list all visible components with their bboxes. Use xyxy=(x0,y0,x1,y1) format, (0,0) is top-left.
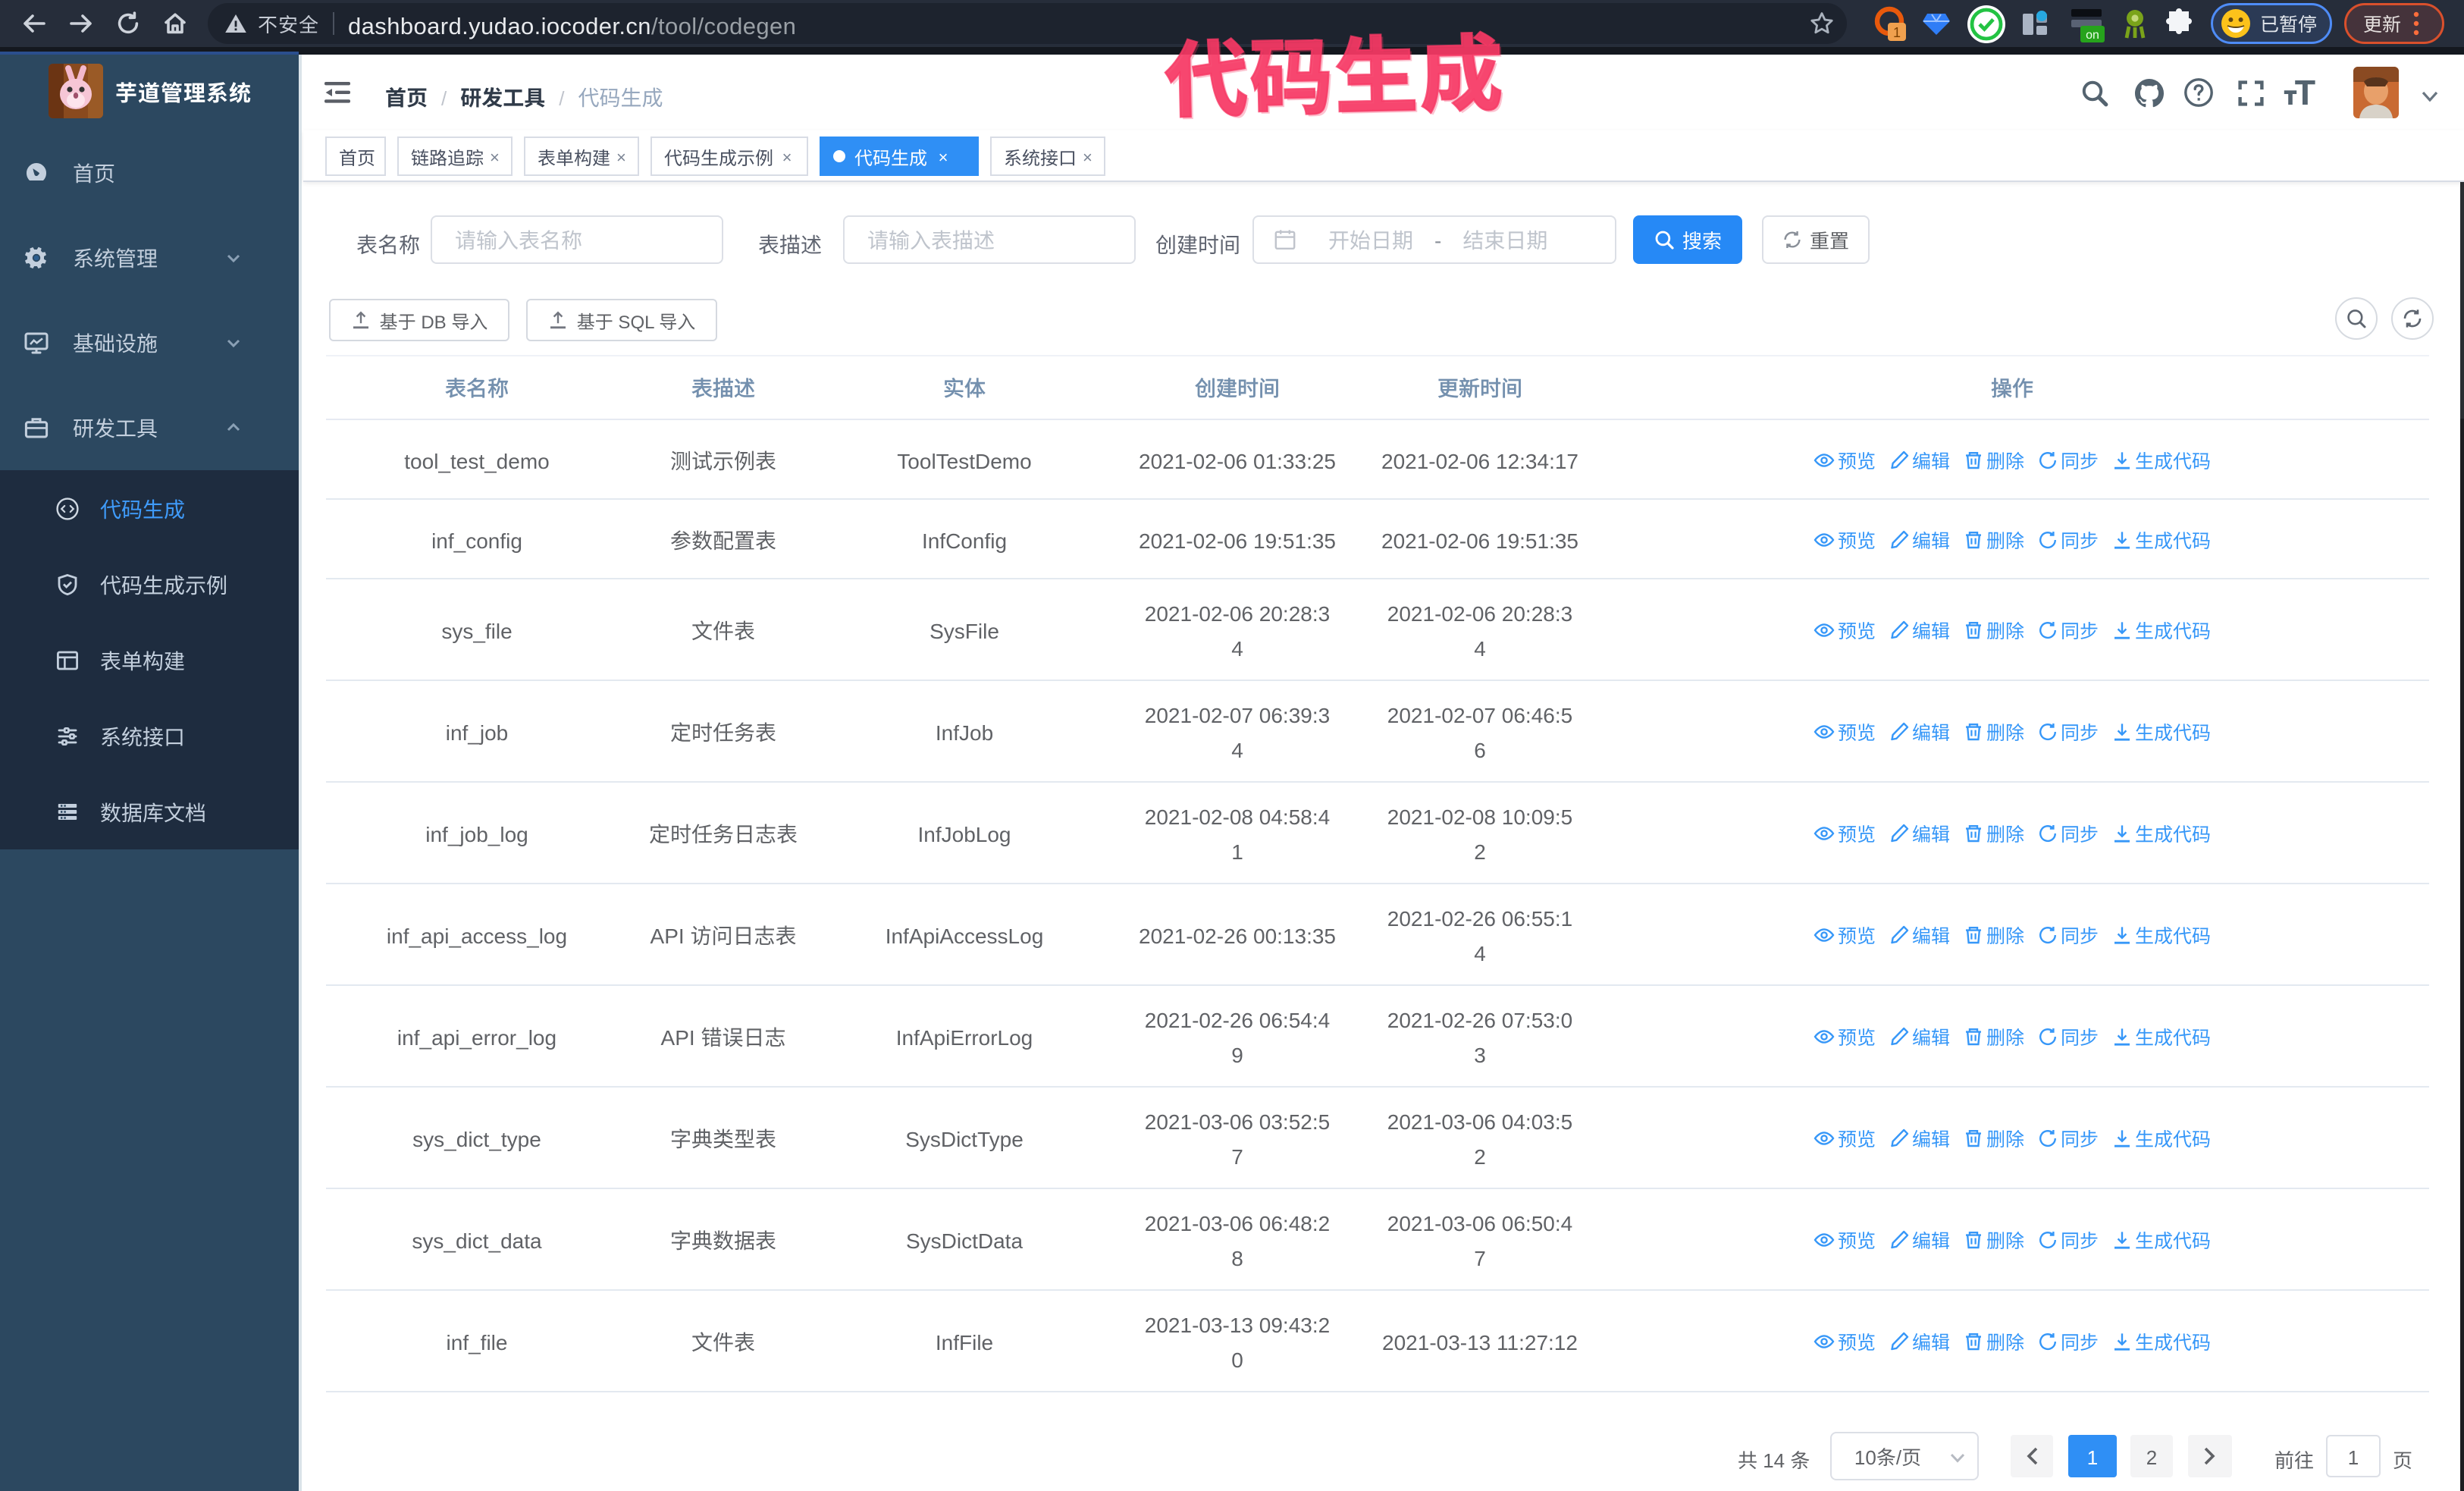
svg-text:1: 1 xyxy=(1893,25,1901,40)
svg-text:on: on xyxy=(2086,29,2099,42)
